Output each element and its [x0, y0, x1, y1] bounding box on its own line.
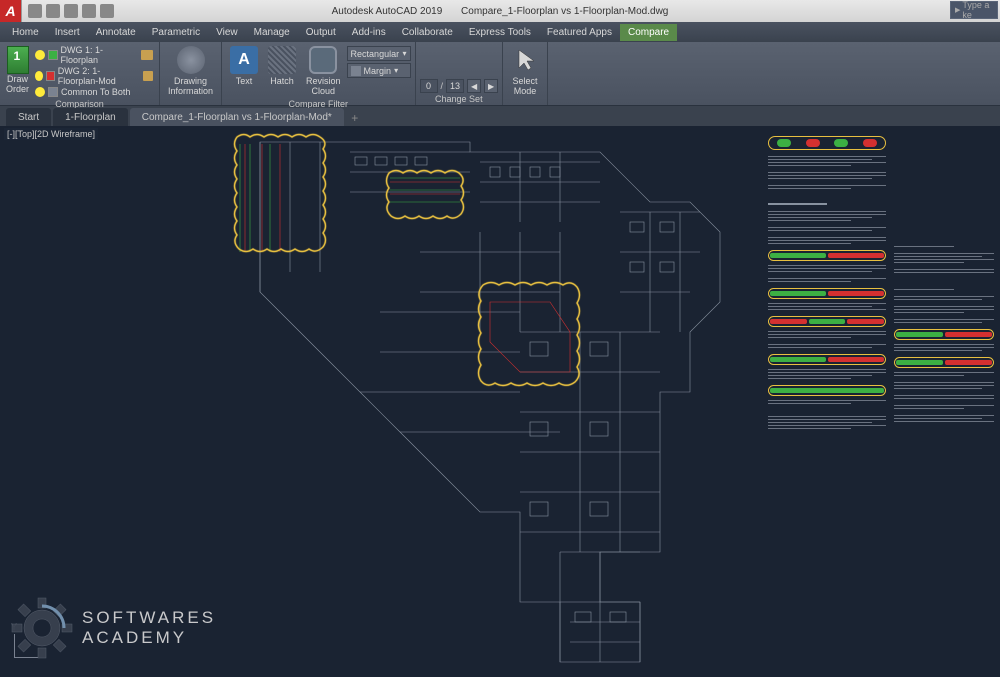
tab-floorplan[interactable]: 1-Floorplan: [53, 108, 128, 126]
prev-change-button[interactable]: ◀: [467, 79, 481, 93]
color-swatch-common[interactable]: [48, 87, 58, 97]
draw-order-button[interactable]: Draw Order: [4, 44, 31, 96]
tab-addins[interactable]: Add-ins: [344, 24, 394, 41]
draw-order-icon: [7, 46, 29, 74]
legend-common[interactable]: Common To Both: [35, 87, 153, 97]
qat-new-icon[interactable]: [28, 4, 42, 18]
tab-annotate[interactable]: Annotate: [88, 24, 144, 41]
ribbon-group-info: Drawing Information: [160, 42, 222, 105]
change-legend-symbols: [768, 136, 886, 150]
changeset-current: 0: [420, 79, 438, 93]
tab-view[interactable]: View: [208, 24, 246, 41]
quick-access-toolbar: [22, 4, 120, 18]
qat-undo-icon[interactable]: [82, 4, 96, 18]
folder-icon[interactable]: [143, 71, 153, 81]
qat-redo-icon[interactable]: [100, 4, 114, 18]
color-swatch-dwg1[interactable]: [48, 50, 58, 60]
tab-express-tools[interactable]: Express Tools: [461, 24, 539, 41]
revision-cloud: [232, 134, 328, 252]
note-change-marker: [768, 250, 886, 261]
legend-dwg1[interactable]: DWG 1: 1-Floorplan: [35, 45, 153, 65]
tab-parametric[interactable]: Parametric: [144, 24, 208, 41]
drawing-info-button[interactable]: Drawing Information: [164, 44, 217, 98]
tab-manage[interactable]: Manage: [246, 24, 298, 41]
app-name: Autodesk AutoCAD 2019: [332, 6, 443, 17]
cloud-shape-select[interactable]: Rectangular: [347, 46, 411, 61]
drawing-viewport[interactable]: [-][Top][2D Wireframe]: [0, 126, 1000, 670]
revcloud-button[interactable]: Revision Cloud: [302, 44, 345, 98]
hatch-icon: [268, 46, 296, 74]
drawing-notes: [768, 136, 996, 676]
note-change-marker: [894, 357, 994, 368]
lightbulb-icon: [35, 71, 43, 81]
window-title: Autodesk AutoCAD 2019 Compare_1-Floorpla…: [324, 6, 677, 17]
qat-save-icon[interactable]: [64, 4, 78, 18]
tab-output[interactable]: Output: [298, 24, 344, 41]
compare-legend: DWG 1: 1-Floorplan DWG 2: 1-Floorplan-Mo…: [33, 44, 155, 98]
select-mode-button[interactable]: Select Mode: [507, 44, 543, 98]
cloud-margin-button[interactable]: Margin: [347, 63, 411, 78]
margin-icon: [351, 66, 361, 76]
help-search-input[interactable]: Type a ke: [950, 1, 998, 19]
hatch-filter-button[interactable]: Hatch: [264, 44, 300, 88]
revision-cloud: [384, 170, 466, 220]
info-icon: [177, 46, 205, 74]
ribbon-tabs: Home Insert Annotate Parametric View Man…: [0, 22, 1000, 42]
title-bar: A Autodesk AutoCAD 2019 Compare_1-Floorp…: [0, 0, 1000, 22]
cursor-icon: [511, 46, 539, 74]
lightbulb-icon: [35, 87, 45, 97]
ribbon-group-changeset: 0 / 13 ◀ ▶ Change Set: [416, 42, 504, 105]
tab-compare[interactable]: Compare: [620, 24, 677, 41]
color-swatch-dwg2[interactable]: [46, 71, 55, 81]
lightbulb-icon: [35, 50, 45, 60]
text-icon: A: [230, 46, 258, 74]
note-change-marker: [768, 316, 886, 327]
note-change-marker: [768, 288, 886, 299]
folder-icon[interactable]: [141, 50, 153, 60]
cloud-icon: [309, 46, 337, 74]
tab-collaborate[interactable]: Collaborate: [394, 24, 461, 41]
next-change-button[interactable]: ▶: [484, 79, 498, 93]
note-change-marker: [768, 354, 886, 365]
note-change-marker: [894, 329, 994, 340]
ribbon: Draw Order DWG 1: 1-Floorplan DWG 2: 1-F…: [0, 42, 1000, 106]
revision-cloud: [478, 282, 580, 388]
app-logo[interactable]: A: [0, 0, 22, 22]
tab-start[interactable]: Start: [6, 108, 51, 126]
tab-featured-apps[interactable]: Featured Apps: [539, 24, 620, 41]
qat-open-icon[interactable]: [46, 4, 60, 18]
document-tabs: Start 1-Floorplan Compare_1-Floorplan vs…: [0, 106, 1000, 126]
ribbon-group-filter: A Text Hatch Revision Cloud Rectangular …: [222, 42, 416, 105]
canvas[interactable]: [0, 126, 1000, 670]
text-filter-button[interactable]: A Text: [226, 44, 262, 88]
ribbon-group-select: Select Mode: [503, 42, 548, 105]
changeset-total: 13: [446, 79, 464, 93]
doc-name: Compare_1-Floorplan vs 1-Floorplan-Mod.d…: [461, 6, 668, 17]
tab-insert[interactable]: Insert: [47, 24, 88, 41]
ribbon-group-comparison: Draw Order DWG 1: 1-Floorplan DWG 2: 1-F…: [0, 42, 160, 105]
tab-home[interactable]: Home: [4, 24, 47, 41]
new-tab-button[interactable]: +: [346, 110, 364, 126]
legend-dwg2[interactable]: DWG 2: 1-Floorplan-Mod: [35, 66, 153, 86]
group-label: Change Set: [420, 93, 499, 105]
note-change-marker: [768, 385, 886, 396]
tab-compare[interactable]: Compare_1-Floorplan vs 1-Floorplan-Mod*: [130, 108, 344, 126]
